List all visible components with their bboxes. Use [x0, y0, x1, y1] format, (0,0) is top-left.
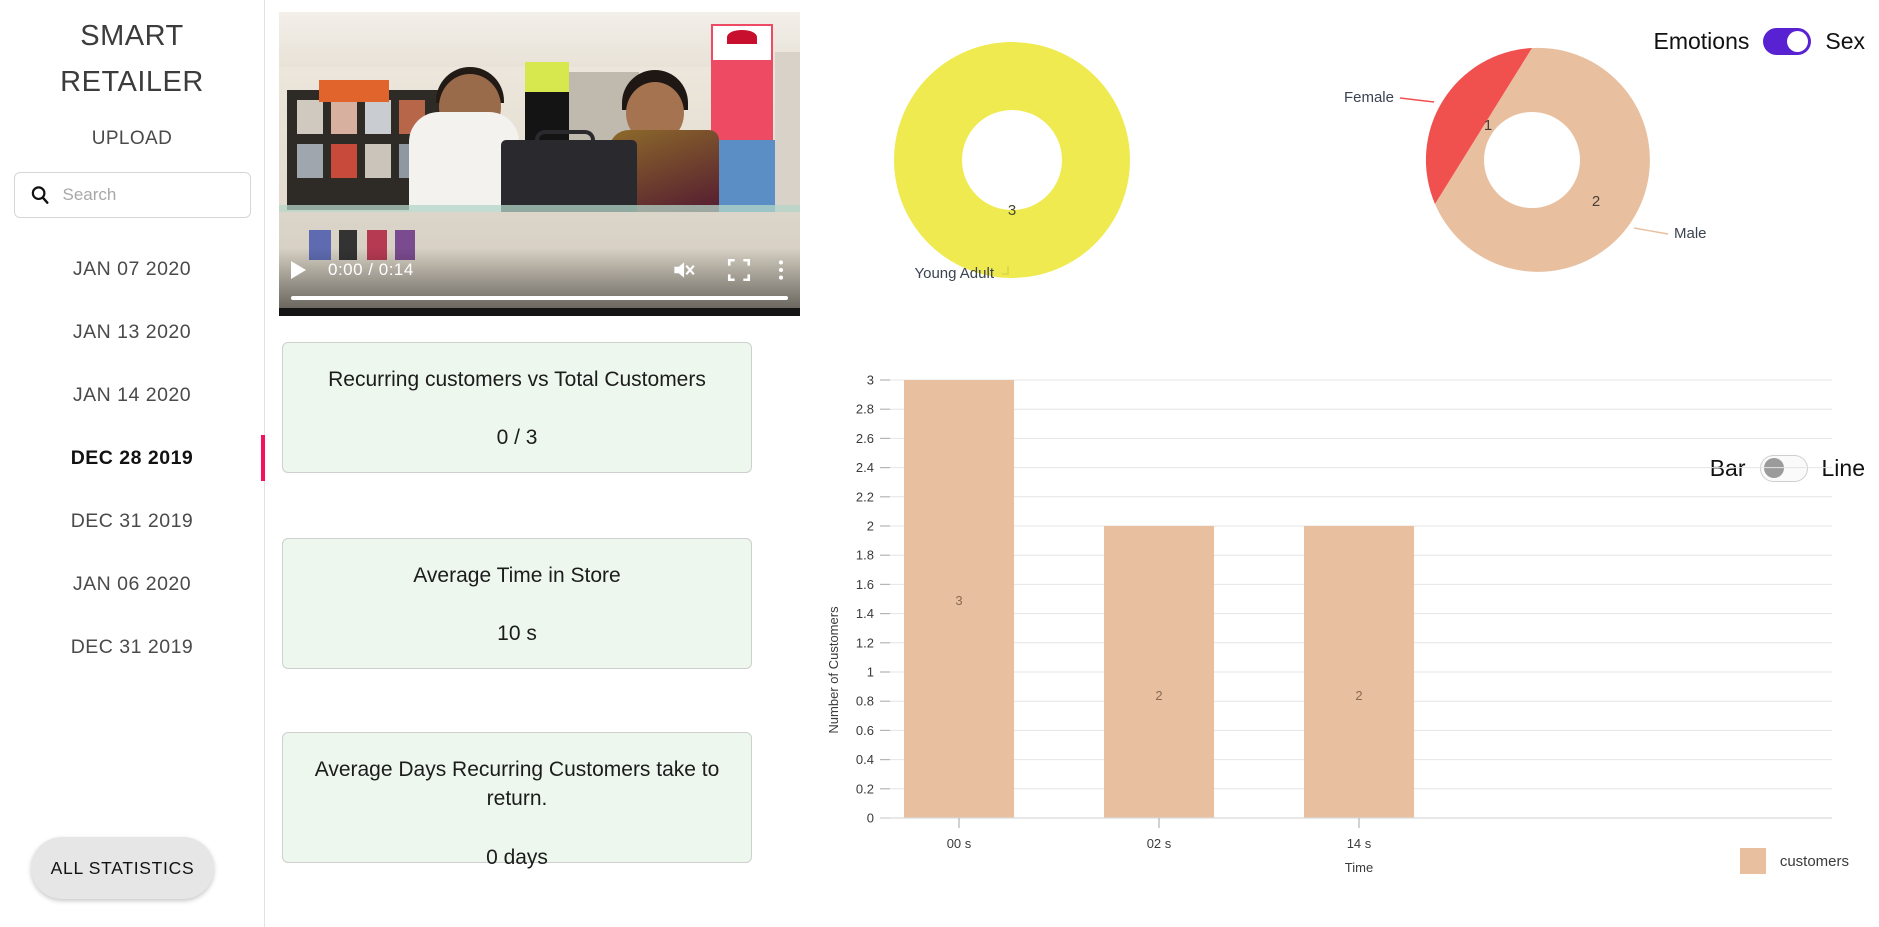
- brand-line-2: RETAILER: [60, 65, 204, 98]
- video-controls[interactable]: 0:00 / 0:14: [279, 248, 800, 316]
- search-input[interactable]: [60, 183, 236, 206]
- y-tick-label-3: 0.6: [856, 723, 874, 738]
- video-footer-bar: [279, 308, 800, 316]
- app-title: SMART RETAILER: [0, 0, 264, 106]
- sex-donut-label-female: Female: [1344, 89, 1394, 106]
- y-tick-label-12: 2.4: [856, 460, 874, 475]
- y-tick-label-8: 1.6: [856, 577, 874, 592]
- y-tick-label-4: 0.8: [856, 694, 874, 709]
- date-item-2[interactable]: JAN 14 2020: [0, 364, 264, 427]
- y-tick-label-1: 0.2: [856, 781, 874, 796]
- sex-donut-chart[interactable]: 1 2 Female Male: [1344, 47, 1707, 272]
- y-tick-label-14: 2.8: [856, 402, 874, 417]
- upload-button[interactable]: UPLOAD: [0, 128, 264, 150]
- y-tick-label-6: 1.2: [856, 635, 874, 650]
- stat-card-value: 0 / 3: [496, 426, 538, 450]
- y-tick-label-10: 2: [867, 519, 874, 534]
- date-item-6[interactable]: DEC 31 2019: [0, 616, 264, 679]
- date-item-0[interactable]: JAN 07 2020: [0, 238, 264, 301]
- search-box[interactable]: [13, 171, 251, 218]
- video-player[interactable]: 0:00 / 0:14: [279, 12, 800, 316]
- left-column: 0:00 / 0:14 Recurring customers vs Total…: [265, 0, 815, 927]
- female-leader-line: [1399, 97, 1435, 103]
- stat-card-title: Average Days Recurring Customers take to…: [314, 758, 720, 811]
- chart-legend[interactable]: customers: [1739, 848, 1849, 874]
- customers-over-time-chart[interactable]: 0 0.2 0.4 0.6 0.8 1 1.2 1.4 1.6 1.8 2 2.2 2.4 2.6 2.8 3…: [815, 370, 1879, 920]
- date-item-3-selected[interactable]: DEC 28 2019: [0, 427, 265, 490]
- bar-2[interactable]: [1304, 526, 1414, 818]
- age-donut-category-label: Young Adult: [914, 265, 994, 282]
- sidebar: SMART RETAILER UPLOAD JAN 07 2020 JAN 13…: [0, 0, 265, 927]
- sex-donut-value-female: 1: [1484, 117, 1492, 134]
- right-column: Emotions Sex Bar Line 3 Young Adult 1 2 …: [815, 0, 1879, 927]
- sex-donut-value-male: 2: [1592, 193, 1600, 210]
- play-icon[interactable]: [291, 261, 306, 279]
- stat-card-title: Recurring customers vs Total Customers: [328, 368, 706, 391]
- date-item-5[interactable]: JAN 06 2020: [0, 553, 264, 616]
- date-item-4[interactable]: DEC 31 2019: [0, 490, 264, 553]
- y-tick-label-11: 2.2: [856, 489, 874, 504]
- legend-label-customers: customers: [1779, 852, 1849, 870]
- bar-value-label-2: 2: [1355, 688, 1362, 703]
- y-tick-label-5: 1: [867, 665, 874, 680]
- x-tick-label-1: 02 s: [1147, 836, 1172, 851]
- y-tick-label-9: 1.8: [856, 548, 874, 563]
- bar-1[interactable]: [1104, 526, 1214, 818]
- brand-line-1: SMART: [80, 20, 184, 52]
- stat-card-title: Average Time in Store: [413, 564, 621, 587]
- y-tick-label-13: 2.6: [856, 431, 874, 446]
- date-list: JAN 07 2020 JAN 13 2020 JAN 14 2020 DEC …: [0, 238, 265, 679]
- x-axis: 00 s 02 s 14 s Time: [880, 817, 1832, 875]
- bar-value-label-0: 3: [955, 593, 962, 608]
- all-statistics-button[interactable]: ALL STATISTICS: [31, 837, 214, 899]
- bars: 3 2 2: [904, 380, 1414, 818]
- y-tick-label-15: 3: [867, 373, 874, 388]
- search-icon: [31, 185, 49, 204]
- x-tick-label-0: 00 s: [947, 836, 972, 851]
- sex-donut-label-male: Male: [1674, 225, 1707, 242]
- male-leader-line: [1633, 227, 1669, 235]
- date-item-1[interactable]: JAN 13 2020: [0, 301, 264, 364]
- fullscreen-icon[interactable]: [726, 257, 752, 283]
- stat-card-recurring-vs-total: Recurring customers vs Total Customers 0…: [282, 342, 752, 473]
- age-donut-chart[interactable]: 3 Young Adult: [894, 42, 1130, 282]
- more-options-icon[interactable]: [774, 257, 788, 283]
- stat-card-value: 10 s: [497, 622, 537, 646]
- x-axis-label: Time: [1345, 860, 1373, 875]
- legend-swatch-customers: [1739, 848, 1766, 874]
- x-tick-label-2: 14 s: [1347, 836, 1372, 851]
- y-tick-label-7: 1.4: [856, 606, 874, 621]
- y-tick-label-0: 0: [867, 811, 874, 826]
- bar-value-label-1: 2: [1155, 688, 1162, 703]
- stat-card-value: 0 days: [486, 845, 548, 869]
- video-time-display: 0:00 / 0:14: [328, 260, 414, 279]
- video-progress-bar[interactable]: [291, 296, 788, 300]
- age-donut-value-label: 3: [1008, 202, 1016, 219]
- stat-card-average-time: Average Time in Store 10 s: [282, 538, 752, 669]
- mute-icon[interactable]: [670, 257, 696, 283]
- donut-charts: 3 Young Adult 1 2 Female Male: [894, 42, 1707, 282]
- stat-card-average-days-return: Average Days Recurring Customers take to…: [282, 732, 752, 869]
- y-axis-label: Number of Customers: [826, 606, 841, 734]
- y-tick-label-2: 0.4: [856, 752, 874, 767]
- app-root: SMART RETAILER UPLOAD JAN 07 2020 JAN 13…: [0, 0, 1879, 927]
